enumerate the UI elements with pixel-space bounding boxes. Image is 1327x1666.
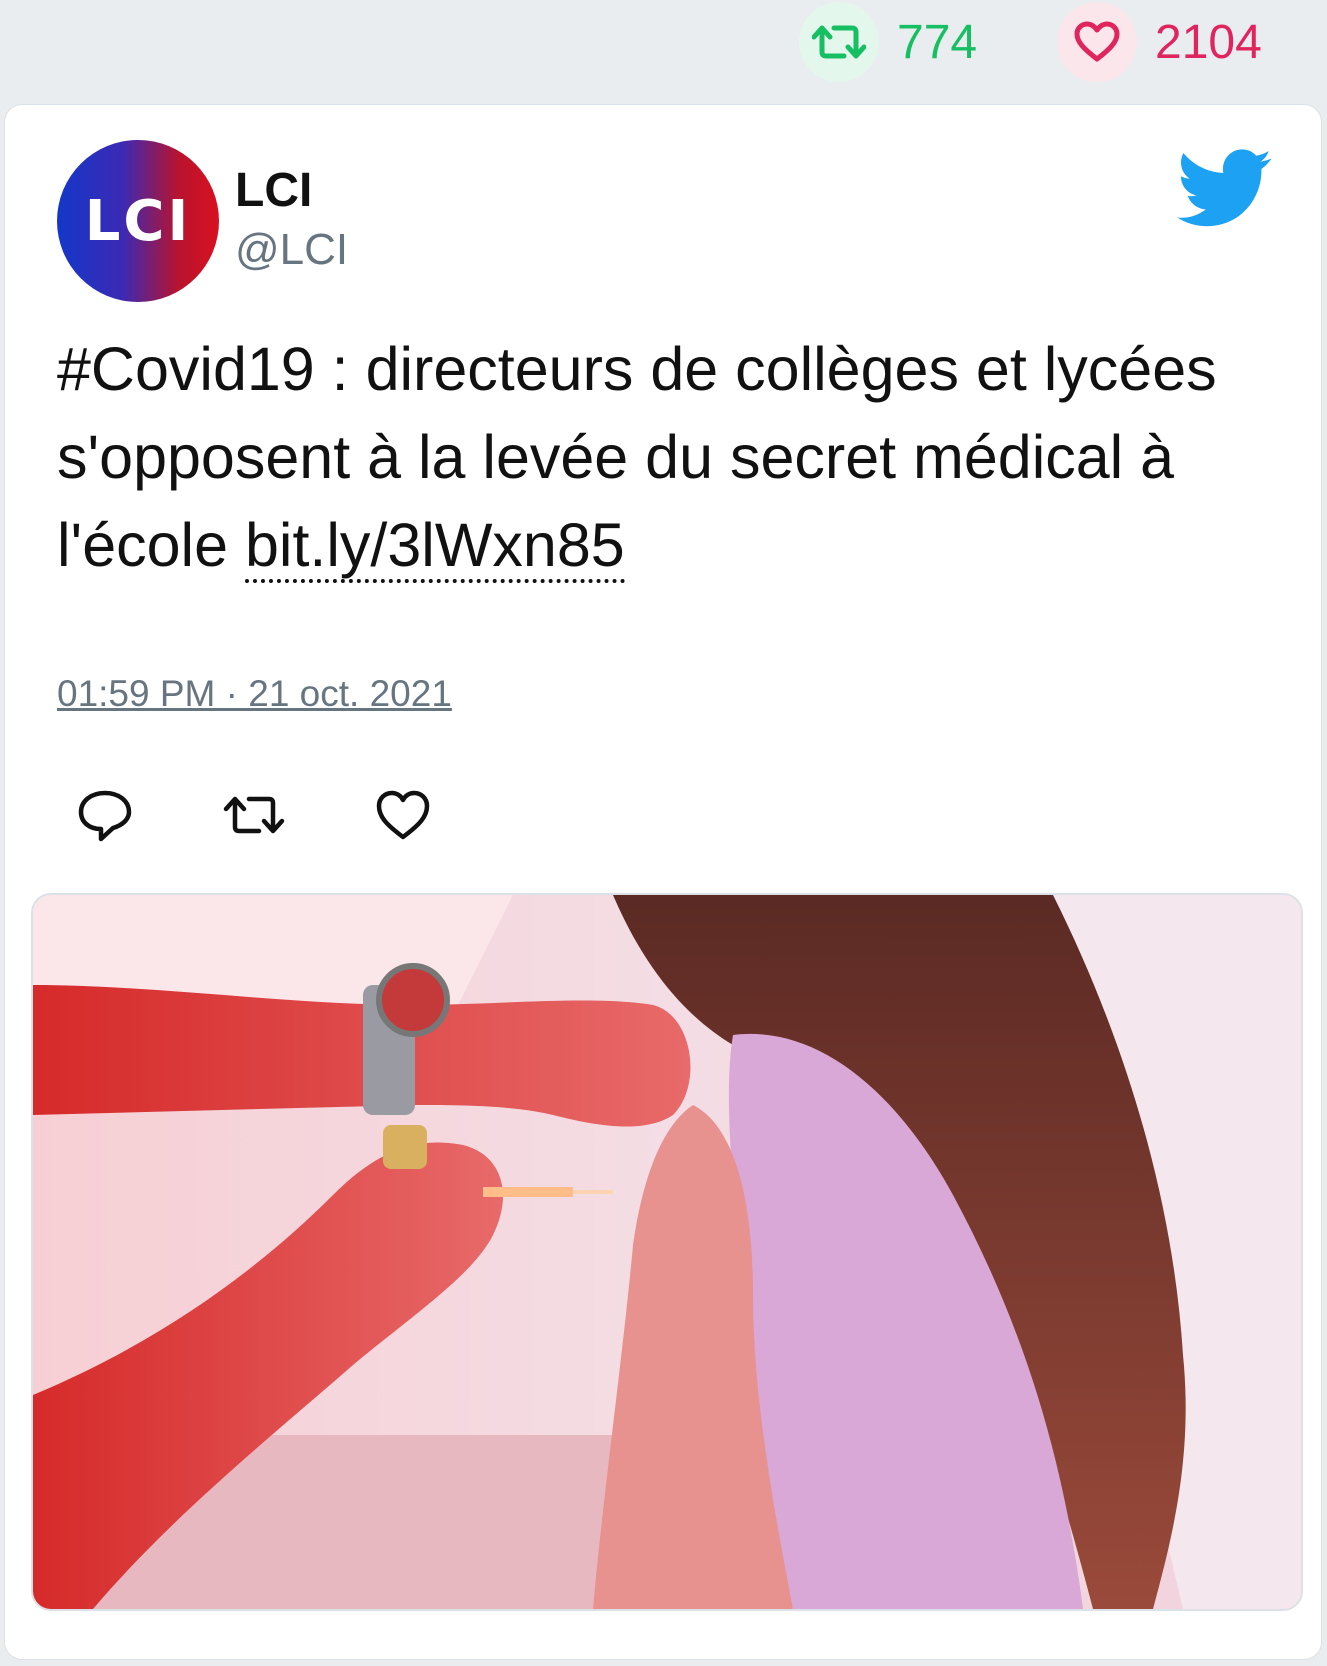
avatar[interactable]: LCI — [57, 140, 219, 302]
user-handle[interactable]: @LCI — [235, 225, 348, 275]
heart-icon[interactable] — [373, 785, 433, 845]
retweet-stat[interactable]: 774 — [799, 2, 977, 82]
avatar-logo-text: LCI — [84, 188, 192, 254]
heart-icon — [1057, 2, 1137, 82]
tweet-link[interactable]: bit.ly/3lWxn85 — [244, 511, 625, 583]
tweet-card: LCI LCI @LCI #Covid19 : directeurs de co… — [4, 104, 1322, 1660]
tweet-photo[interactable] — [31, 893, 1303, 1611]
retweet-count: 774 — [897, 15, 978, 69]
display-name[interactable]: LCI — [235, 163, 312, 218]
reply-icon[interactable] — [75, 785, 135, 845]
photo-vaccination — [33, 895, 1301, 1609]
engagement-stats-bar: 774 2104 — [0, 0, 1327, 96]
tweet-timestamp[interactable]: 01:59 PM · 21 oct. 2021 — [57, 673, 452, 715]
like-count: 2104 — [1155, 15, 1262, 69]
tweet-body: #Covid19 : directeurs de collèges et lyc… — [57, 335, 1217, 579]
like-stat[interactable]: 2104 — [1057, 2, 1262, 82]
retweet-icon — [799, 2, 879, 82]
tweet-text: #Covid19 : directeurs de collèges et lyc… — [57, 325, 1277, 589]
retweet-icon[interactable] — [221, 785, 285, 845]
twitter-bird-icon[interactable] — [1177, 149, 1273, 229]
